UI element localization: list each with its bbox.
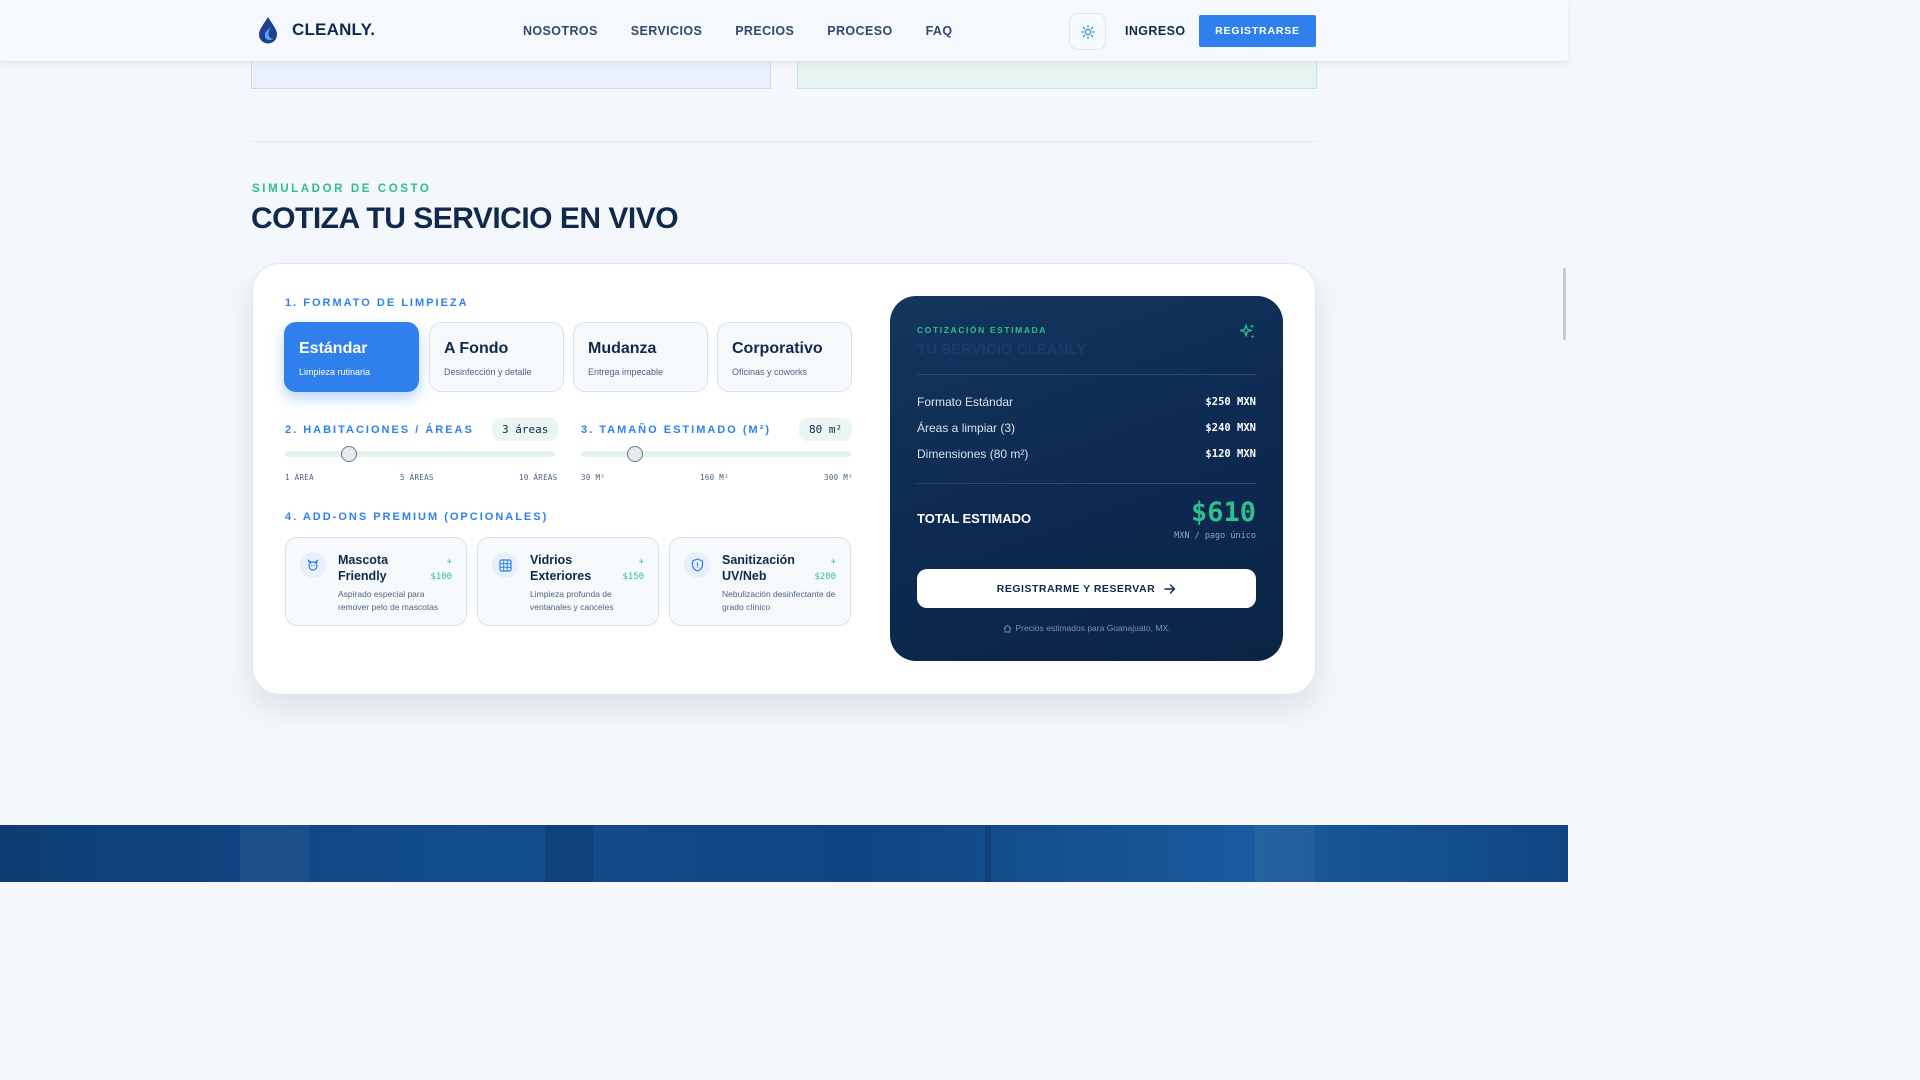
quote-eyebrow: COTIZACIÓN ESTIMADA xyxy=(917,325,1048,335)
addon-description: Aspirado especial para remover pelo de m… xyxy=(338,589,439,612)
rooms-slider-thumb[interactable] xyxy=(340,446,357,462)
shield-icon xyxy=(691,558,703,572)
rooms-slider-track[interactable] xyxy=(285,451,555,457)
addon-price: + $200 xyxy=(814,557,836,582)
rooms-tick-mid: 5 ÁREAS xyxy=(400,473,434,482)
brand-name: CLEANLY. xyxy=(292,20,376,39)
sun-icon xyxy=(1080,24,1095,39)
register-and-book-button[interactable]: REGISTRARME Y RESERVAR xyxy=(917,569,1256,608)
rooms-tick-min: 1 ÁREA xyxy=(285,473,314,482)
quote-row-areas: Áreas a limpiar (3) $240 MXN xyxy=(917,421,1256,435)
format-title: Mudanza xyxy=(588,340,657,357)
quote-divider xyxy=(917,374,1256,375)
rooms-tick-max: 10 ÁREAS xyxy=(519,473,558,482)
size-tick-min: 30 M² xyxy=(581,473,606,482)
brand-logo[interactable]: CLEANLY. xyxy=(256,16,375,44)
format-title: Corporativo xyxy=(732,340,823,357)
addon-title: Sanitización UV/Neb xyxy=(722,553,795,583)
login-link[interactable]: INGRESO xyxy=(1125,24,1185,38)
page-scrollbar[interactable] xyxy=(1563,268,1566,340)
nav-links: NOSOTROS SERVICIOS PRECIOS PROCESO FAQ xyxy=(523,24,952,38)
home-icon xyxy=(1003,624,1011,632)
section-eyebrow: SIMULADOR DE COSTO xyxy=(252,183,432,195)
addon-card-vidrios[interactable]: Vidrios Exteriores + $150 Limpieza profun… xyxy=(477,537,659,626)
total-label: TOTAL ESTIMADO xyxy=(917,511,1032,526)
section-title: COTIZA TU SERVICIO EN VIVO xyxy=(251,202,679,235)
cta-label: REGISTRARME Y RESERVAR xyxy=(996,582,1156,595)
addon-title: Mascota Friendly xyxy=(338,553,389,583)
format-subtitle: Desinfección y detalle xyxy=(444,367,532,377)
format-subtitle: Entrega impecable xyxy=(588,367,664,377)
size-tick-max: 300 M² xyxy=(824,473,853,482)
nav-link-proceso[interactable]: PROCESO xyxy=(827,24,892,38)
total-amount: $610 xyxy=(1190,497,1256,528)
addon-price: + $150 xyxy=(622,557,644,582)
section-divider xyxy=(251,141,1317,142)
quote-panel: COTIZACIÓN ESTIMADA TU SERVICIO CLEANLY … xyxy=(890,296,1283,661)
pet-icon xyxy=(307,559,319,571)
addon-card-sanitizacion[interactable]: Sanitización UV/Neb + $200 Nebulización d… xyxy=(669,537,851,626)
addon-card-mascota[interactable]: Mascota Friendly + $100 Aspirado especial… xyxy=(285,537,467,626)
nav-link-faq[interactable]: FAQ xyxy=(926,24,953,38)
format-option-corporativo[interactable]: Corporativo Oficinas y coworks xyxy=(717,322,852,392)
quote-row-dimensions: Dimensiones (80 m²) $120 MXN xyxy=(917,447,1256,461)
sparkle-icon xyxy=(1239,324,1255,339)
format-subtitle: Limpieza rutinaria xyxy=(299,367,371,377)
format-title: A Fondo xyxy=(444,340,509,357)
theme-toggle-button[interactable] xyxy=(1069,13,1106,50)
addon-icon-wrap xyxy=(300,552,326,578)
pricing-note: Precios estimados para Guanajuato, MX. xyxy=(890,623,1283,633)
register-button[interactable]: REGISTRARSE xyxy=(1199,15,1316,47)
quote-divider xyxy=(917,483,1256,484)
quote-ghost-title: TU SERVICIO CLEANLY xyxy=(917,341,1087,358)
addon-title: Vidrios Exteriores xyxy=(530,553,592,583)
rooms-section-label: 2. HABITACIONES / ÁREAS xyxy=(285,424,474,436)
window-grid-icon xyxy=(498,558,512,572)
total-subtext: MXN / pago único xyxy=(1174,531,1256,541)
addon-description: Nebulización desinfectante de grado clín… xyxy=(722,589,836,612)
rooms-value-badge: 3 áreas xyxy=(492,418,559,441)
size-section-label: 3. TAMAÑO ESTIMADO (M²) xyxy=(581,424,772,436)
addon-price: + $100 xyxy=(430,557,452,582)
size-value-badge: 80 m² xyxy=(799,418,853,441)
addons-section-label: 4. ADD-ONS PREMIUM (OPCIONALES) xyxy=(285,511,549,523)
format-option-estandar[interactable]: Estándar Limpieza rutinaria xyxy=(284,322,419,392)
format-option-mudanza[interactable]: Mudanza Entrega impecable xyxy=(573,322,708,392)
addon-description: Limpieza profunda de ventanales y cancel… xyxy=(530,589,614,612)
size-tick-mid: 160 M² xyxy=(700,473,729,482)
top-navbar: CLEANLY. NOSOTROS SERVICIOS PRECIOS PROC… xyxy=(0,0,1568,62)
hero-image-band xyxy=(0,825,1568,882)
size-slider-track[interactable] xyxy=(581,451,851,457)
addon-icon-wrap xyxy=(684,552,710,578)
addon-icon-wrap xyxy=(492,552,518,578)
quote-row-format: Formato Estándar $250 MXN xyxy=(917,395,1256,409)
format-section-label: 1. FORMATO DE LIMPIEZA xyxy=(285,297,469,309)
arrow-right-icon xyxy=(1164,583,1176,594)
format-subtitle: Oficinas y coworks xyxy=(732,367,808,377)
format-option-a-fondo[interactable]: A Fondo Desinfección y detalle xyxy=(429,322,564,392)
nav-link-servicios[interactable]: SERVICIOS xyxy=(631,24,702,38)
nav-link-nosotros[interactable]: NOSOTROS xyxy=(523,24,598,38)
format-title: Estándar xyxy=(299,340,368,357)
nav-link-precios[interactable]: PRECIOS xyxy=(735,24,794,38)
water-drop-icon xyxy=(259,17,277,44)
